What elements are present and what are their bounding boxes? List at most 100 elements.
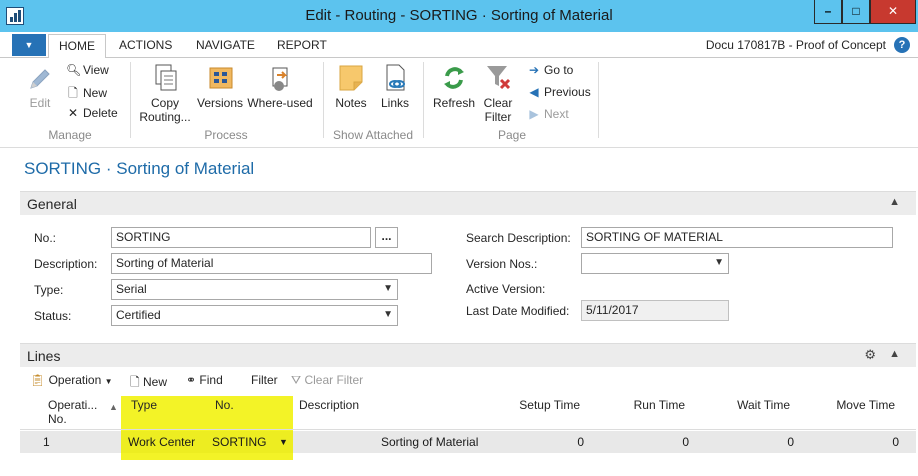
lines-clear-filter-button[interactable]: ⛛ Clear Filter: [291, 373, 363, 388]
lines-new-button[interactable]: 🗋︎ New: [130, 373, 167, 394]
column-setup-time[interactable]: Setup Time: [510, 398, 580, 412]
clear-filter-icon: ⛛: [291, 373, 302, 387]
filter-button[interactable]: Filter: [251, 373, 278, 387]
notes-button[interactable]: Notes: [332, 62, 370, 110]
minimize-button[interactable]: –: [814, 0, 842, 24]
where-used-label: Where-used: [247, 96, 313, 110]
application-menu-button[interactable]: ▼: [12, 34, 46, 56]
cell-setup-time[interactable]: 0: [510, 435, 584, 449]
column-move-time[interactable]: Move Time: [825, 398, 895, 412]
delete-button[interactable]: ✕ Delete: [66, 106, 118, 120]
edit-button[interactable]: Edit: [22, 64, 58, 110]
type-select[interactable]: Serial ▼: [111, 279, 398, 300]
lines-header-label: Lines: [27, 348, 61, 364]
previous-button[interactable]: ◀ Previous: [527, 85, 590, 99]
versions-button[interactable]: Versions: [196, 62, 244, 110]
binoculars-icon: ⚭: [186, 373, 197, 387]
links-button[interactable]: Links: [376, 62, 414, 110]
ribbon-separator: [323, 62, 324, 138]
column-type[interactable]: Type: [131, 398, 157, 412]
chevron-down-icon[interactable]: ▼: [279, 437, 288, 447]
no-field[interactable]: SORTING: [111, 227, 371, 248]
tab-home[interactable]: HOME: [48, 34, 106, 59]
column-no[interactable]: No.: [215, 398, 234, 412]
view-button[interactable]: 🔍︎ View: [66, 63, 109, 77]
delete-x-icon: ✕: [67, 106, 79, 120]
operation-menu-button[interactable]: 📋︎ Operation ▼: [30, 373, 113, 387]
clear-filter-icon: [487, 66, 511, 90]
lines-fasttab-header[interactable]: Lines ⚙ ▲: [20, 343, 916, 367]
column-operation-no[interactable]: Operati... No.: [48, 398, 104, 426]
group-label-show-attached: Show Attached: [332, 128, 414, 142]
triangle-left-icon: ◀: [529, 85, 539, 99]
new-document-icon: 🗋︎: [68, 86, 78, 100]
cell-run-time[interactable]: 0: [615, 435, 689, 449]
status-label: Status:: [34, 309, 72, 323]
notes-label: Notes: [335, 96, 367, 110]
cell-operation-no[interactable]: 1: [43, 435, 50, 449]
where-used-icon: [272, 67, 288, 91]
version-nos-select[interactable]: ▼: [581, 253, 729, 274]
close-button[interactable]: ✕: [870, 0, 916, 24]
where-used-button[interactable]: Where-used: [247, 62, 313, 110]
column-wait-time[interactable]: Wait Time: [720, 398, 790, 412]
description-field[interactable]: Sorting of Material: [111, 253, 432, 274]
clipboard-icon: 📋︎: [30, 373, 46, 387]
copy-document-icon: [155, 64, 177, 91]
general-header-label: General: [27, 196, 77, 212]
chevron-up-icon[interactable]: ▲: [889, 196, 900, 208]
search-description-label: Search Description:: [466, 231, 571, 245]
last-date-modified-field: 5/11/2017: [581, 300, 729, 321]
cell-move-time[interactable]: 0: [825, 435, 899, 449]
status-select[interactable]: Certified ▼: [111, 305, 398, 326]
group-label-process: Process: [204, 128, 248, 142]
next-button[interactable]: ▶ Next: [527, 107, 568, 121]
new-document-icon: 🗋︎: [130, 375, 140, 389]
links-label: Links: [380, 96, 409, 110]
ribbon-separator: [598, 62, 599, 138]
cell-no[interactable]: SORTING: [212, 435, 266, 449]
go-to-button[interactable]: ➔ Go to: [527, 63, 573, 77]
refresh-button[interactable]: Refresh: [432, 62, 476, 110]
ribbon-separator: [130, 62, 131, 138]
company-name[interactable]: Docu 170817B - Proof of Concept: [706, 38, 886, 52]
tab-actions[interactable]: ACTIONS: [119, 38, 172, 52]
cell-description[interactable]: Sorting of Material: [381, 435, 478, 449]
magnifier-icon: 🔍︎: [66, 63, 82, 77]
gear-icon[interactable]: ⚙: [864, 347, 876, 363]
column-description[interactable]: Description: [299, 398, 359, 412]
chevron-down-icon: ▼: [383, 283, 393, 294]
group-label-page: Page: [497, 128, 527, 142]
link-document-icon: [386, 64, 405, 91]
copy-routing-button[interactable]: Copy Routing...: [136, 62, 194, 124]
cell-wait-time[interactable]: 0: [720, 435, 794, 449]
version-nos-label: Version Nos.:: [466, 257, 538, 271]
refresh-icon: [444, 67, 464, 89]
maximize-button[interactable]: □: [842, 0, 870, 24]
general-fasttab-header[interactable]: General ▲: [20, 191, 916, 215]
clear-filter-button[interactable]: Clear Filter: [480, 62, 516, 124]
column-run-time[interactable]: Run Time: [615, 398, 685, 412]
page-title: SORTING · Sorting of Material: [24, 159, 255, 178]
find-button[interactable]: ⚭ Find: [186, 373, 223, 387]
versions-label: Versions: [196, 96, 244, 110]
search-description-field[interactable]: SORTING OF MATERIAL: [581, 227, 893, 248]
cell-type[interactable]: Work Center: [128, 435, 195, 449]
clear-filter-label: Clear Filter: [483, 96, 513, 124]
copy-routing-label: Copy Routing...: [139, 96, 191, 124]
pencil-icon: [30, 69, 50, 89]
tab-report[interactable]: REPORT: [277, 38, 327, 52]
chevron-down-icon: ▼: [714, 257, 724, 268]
new-button[interactable]: 🗋︎ New: [66, 84, 107, 105]
help-icon[interactable]: ?: [894, 37, 910, 53]
lines-grid-header: Operati... No. ▲ Type No. Description Se…: [20, 394, 916, 430]
tab-navigate[interactable]: NAVIGATE: [196, 38, 255, 52]
no-assist-button[interactable]: ...: [375, 227, 398, 248]
versions-icon: [209, 67, 233, 89]
arrow-right-icon: ➔: [528, 63, 540, 77]
refresh-label: Refresh: [432, 96, 476, 110]
last-date-modified-label: Last Date Modified:: [466, 304, 570, 318]
type-label: Type:: [34, 283, 64, 297]
chevron-up-icon[interactable]: ▲: [889, 348, 900, 360]
sort-up-icon: ▲: [109, 402, 118, 412]
